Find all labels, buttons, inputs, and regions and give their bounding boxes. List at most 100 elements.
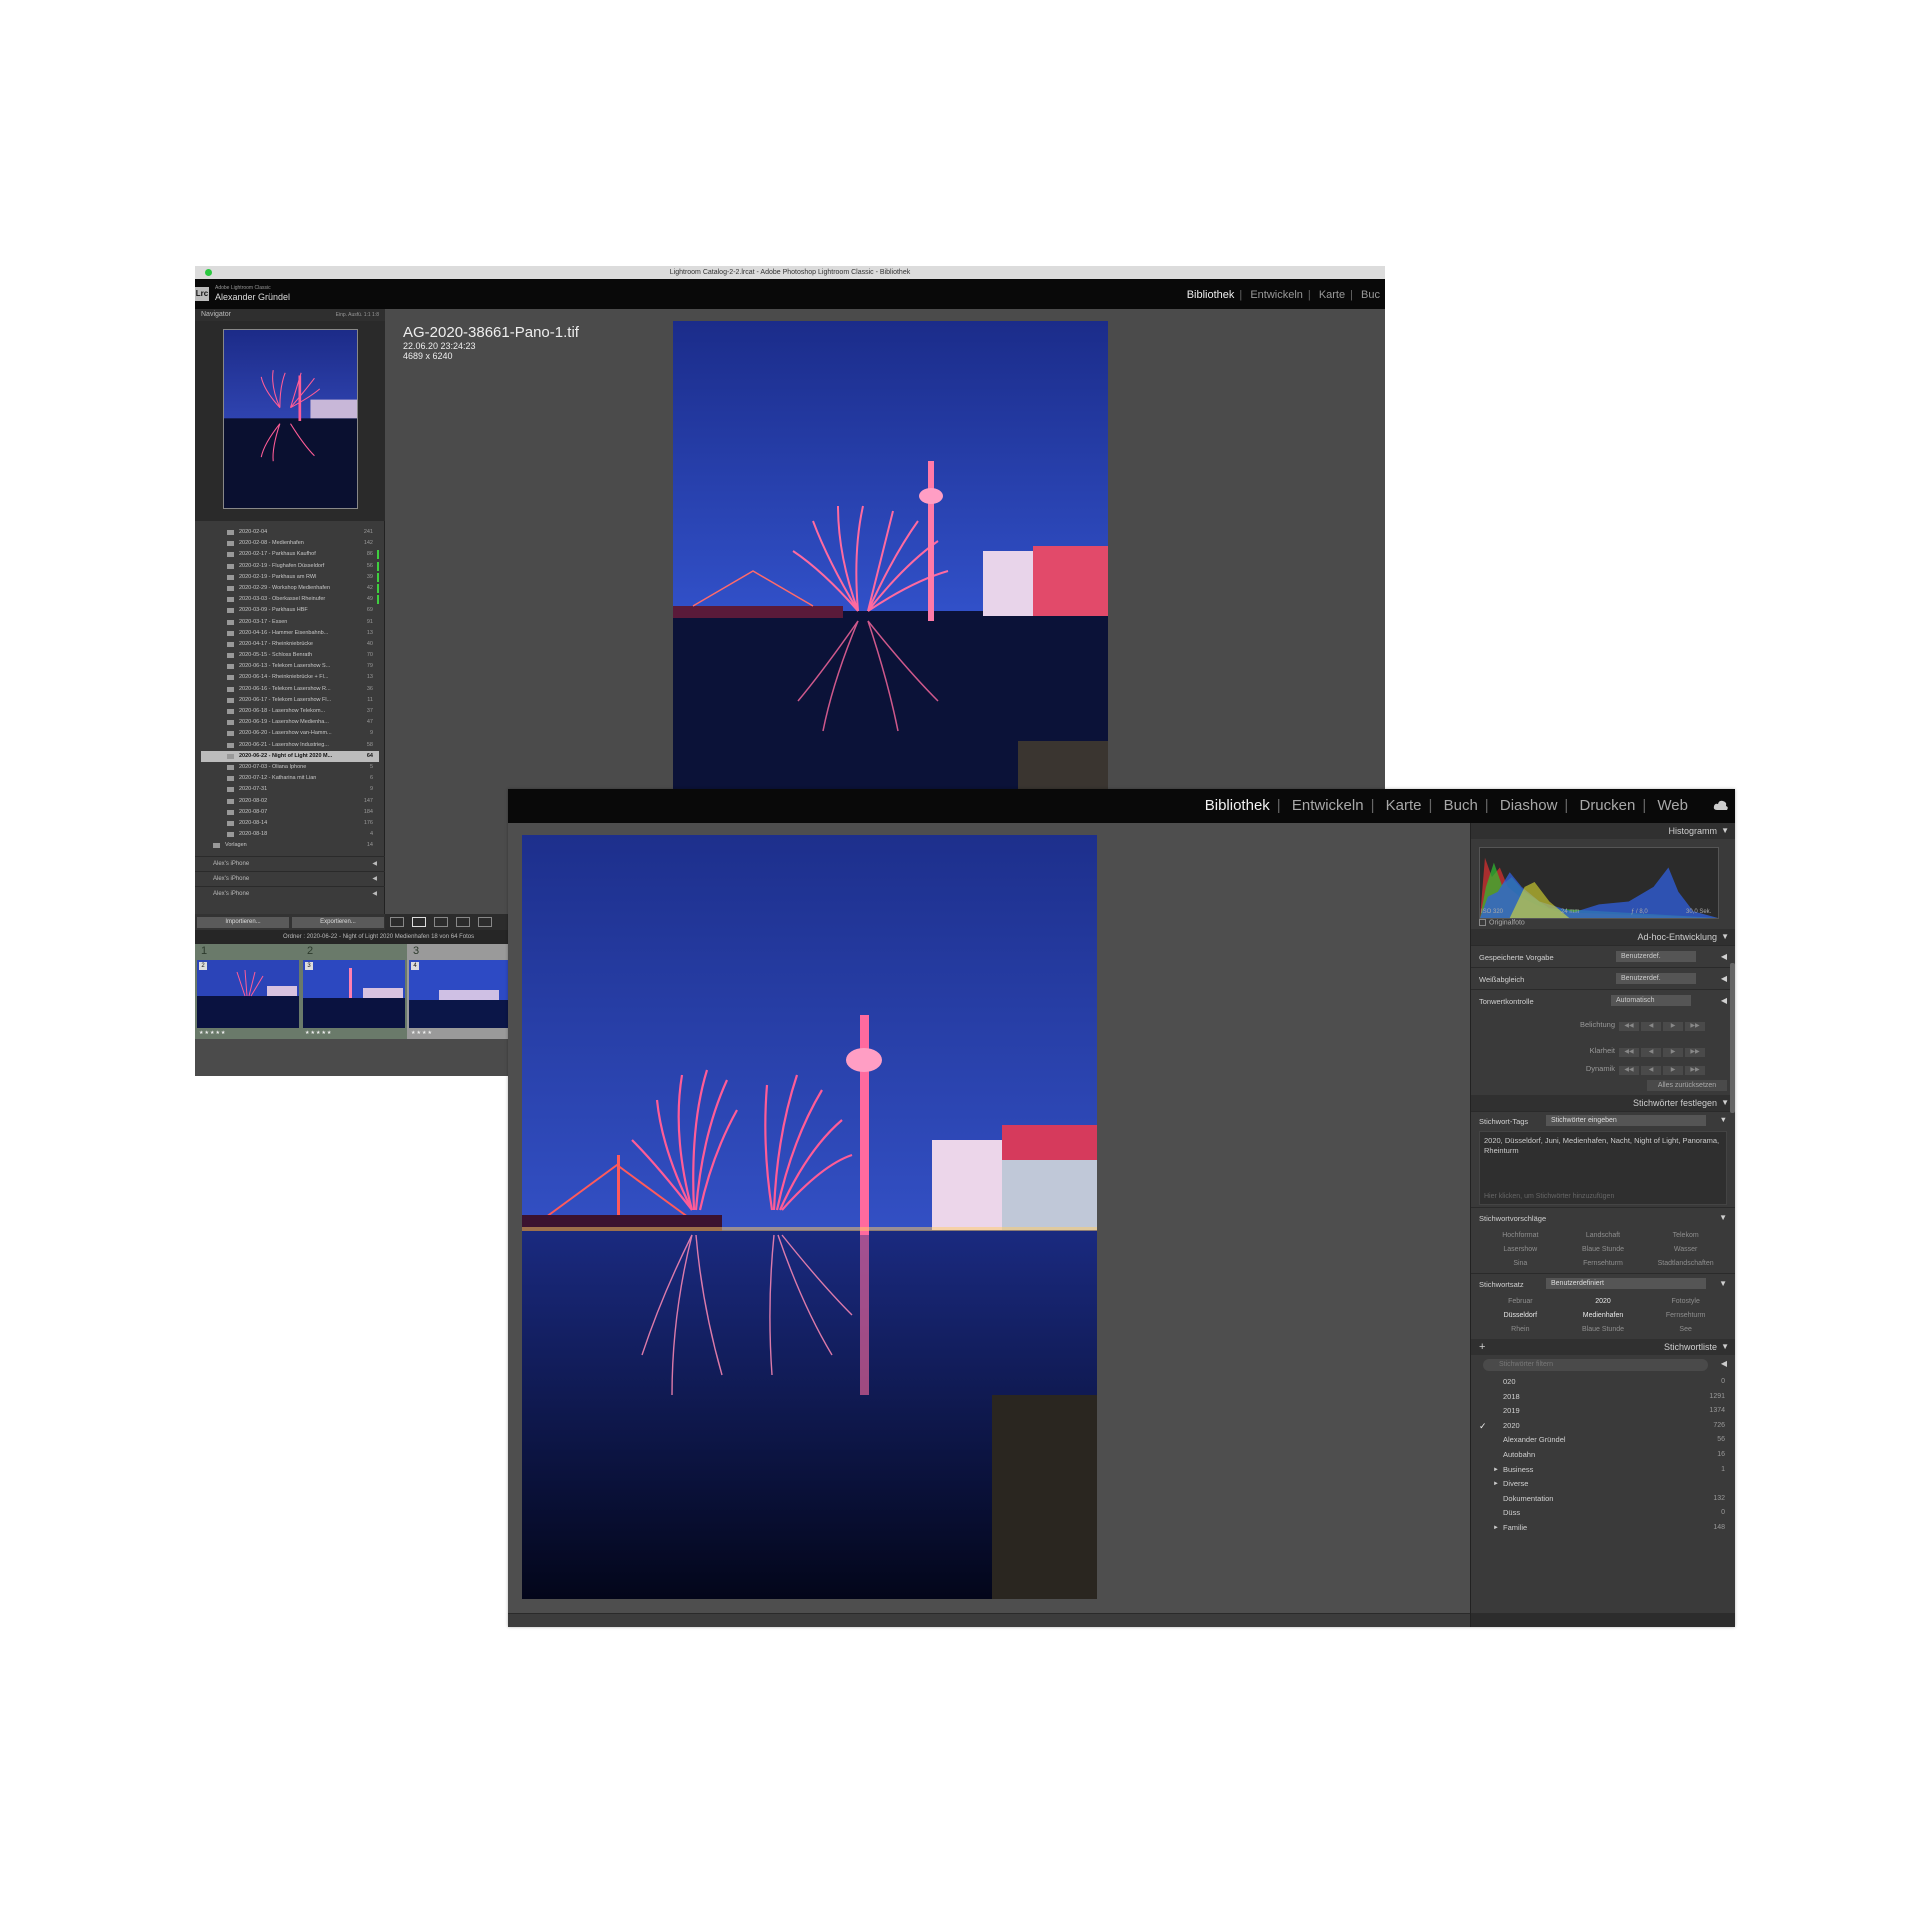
quick-develop-header[interactable]: Ad-hoc-Entwicklung ▼ bbox=[1471, 929, 1735, 945]
module-bibliothek[interactable]: Bibliothek bbox=[1187, 289, 1235, 301]
keyword-text-area[interactable]: 2020, Düsseldorf, Juni, Medienhafen, Nac… bbox=[1479, 1131, 1727, 1205]
folder-row[interactable]: 2020-08-14 176 bbox=[201, 818, 379, 829]
keyword-set-item[interactable]: Februar bbox=[1479, 1295, 1562, 1309]
keyword-set-item[interactable]: Medienhafen bbox=[1562, 1309, 1645, 1323]
device-row[interactable]: Alex's iPhone ◀ bbox=[195, 856, 385, 871]
folder-row[interactable]: 2020-06-21 - Lasershow Industrieg... 58 bbox=[201, 740, 379, 751]
keyword-set-item[interactable]: Düsseldorf bbox=[1479, 1309, 1562, 1323]
expand-triangle-icon[interactable]: ► bbox=[1493, 1463, 1499, 1478]
compare-view-icon[interactable] bbox=[434, 917, 448, 927]
filmstrip-thumbnail[interactable] bbox=[409, 960, 511, 1028]
vibrance-steppers[interactable]: ◀◀ ◀ ▶ ▶▶ bbox=[1619, 1064, 1707, 1075]
keyword-set-select[interactable]: Benutzerdefiniert bbox=[1546, 1278, 1706, 1289]
expand-arrow-icon[interactable]: ◀ bbox=[372, 857, 377, 872]
keyword-filter-input[interactable]: Stichwörter filtern bbox=[1483, 1359, 1708, 1371]
star-rating[interactable]: ★★★★★ bbox=[199, 1030, 226, 1036]
people-view-icon[interactable] bbox=[478, 917, 492, 927]
zoom-options[interactable]: Einp. Ausfü. 1:1 1:8 bbox=[336, 309, 379, 321]
auto-tone-button[interactable]: Automatisch bbox=[1611, 995, 1691, 1006]
keyword-row[interactable]: ► Familie 148 bbox=[1471, 1521, 1735, 1536]
folder-row[interactable]: 2020-05-15 - Schloss Benrath 70 bbox=[201, 650, 379, 661]
keyword-row[interactable]: Düss 0 bbox=[1471, 1506, 1735, 1521]
keyword-set-item[interactable]: Fernsehturm bbox=[1644, 1309, 1727, 1323]
folder-row[interactable]: Vorlagen 14 bbox=[201, 840, 379, 851]
loupe-photo[interactable] bbox=[673, 321, 1108, 801]
keyword-suggestion[interactable]: Wasser bbox=[1644, 1243, 1727, 1257]
keyword-checkmark-icon[interactable]: ✓ bbox=[1479, 1419, 1487, 1434]
keyword-suggestion[interactable]: Stadtlandschaften bbox=[1644, 1257, 1727, 1271]
checkbox[interactable] bbox=[1479, 919, 1486, 926]
keyword-row[interactable]: Alexander Gründel 56 bbox=[1471, 1433, 1735, 1448]
clarity-steppers[interactable]: ◀◀ ◀ ▶ ▶▶ bbox=[1619, 1046, 1707, 1057]
keyword-list-header[interactable]: + Stichwortliste ▼ bbox=[1471, 1339, 1735, 1355]
filmstrip-thumbnail[interactable] bbox=[303, 960, 405, 1028]
module-buch[interactable]: Buc bbox=[1361, 289, 1380, 301]
expand-triangle-icon[interactable]: ► bbox=[1493, 1477, 1499, 1492]
keyword-suggestion[interactable]: Lasershow bbox=[1479, 1243, 1562, 1257]
filmstrip-thumbnail[interactable] bbox=[197, 960, 299, 1028]
keyword-row[interactable]: 2018 1291 bbox=[1471, 1390, 1735, 1405]
expand-triangle-icon[interactable]: ► bbox=[1493, 1521, 1499, 1536]
add-keyword-icon[interactable]: + bbox=[1479, 1339, 1485, 1355]
expand-arrow-icon[interactable]: ◀ bbox=[1721, 974, 1727, 983]
module-bibliothek[interactable]: Bibliothek bbox=[1205, 797, 1270, 814]
keywording-header[interactable]: Stichwörter festlegen ▼ bbox=[1471, 1095, 1735, 1111]
folder-row[interactable]: 2020-02-04 241 bbox=[201, 527, 379, 538]
white-balance-select[interactable]: Benutzerdef. bbox=[1616, 973, 1696, 984]
keyword-suggestion[interactable]: Blaue Stunde bbox=[1562, 1243, 1645, 1257]
exposure-steppers[interactable]: ◀◀ ◀ ▶ ▶▶ bbox=[1619, 1020, 1707, 1031]
histogram-header[interactable]: Histogramm ▼ bbox=[1471, 823, 1735, 839]
device-row[interactable]: Alex's iPhone ◀ bbox=[195, 886, 385, 901]
collapse-icon[interactable]: ▼ bbox=[1721, 1095, 1729, 1111]
chevron-down-icon[interactable]: ▼ bbox=[1719, 1213, 1727, 1222]
folder-row[interactable]: 2020-03-03 - Oberkassel Rheinufer 49 bbox=[201, 594, 379, 605]
keyword-set-item[interactable]: Blaue Stunde bbox=[1562, 1323, 1645, 1337]
loupe-view-icon[interactable] bbox=[412, 917, 426, 927]
keyword-suggestion[interactable]: Hochformat bbox=[1479, 1229, 1562, 1243]
star-rating[interactable]: ★★★★ bbox=[411, 1030, 433, 1036]
folder-row[interactable]: 2020-06-16 - Telekom Lasershow R... 36 bbox=[201, 684, 379, 695]
keyword-mode-select[interactable]: Stichwörter eingeben bbox=[1546, 1115, 1706, 1126]
keyword-set-item[interactable]: See bbox=[1644, 1323, 1727, 1337]
folder-row[interactable]: 2020-02-19 - Flughafen Düsseldorf 56 bbox=[201, 561, 379, 572]
keyword-row[interactable]: Autobahn 16 bbox=[1471, 1448, 1735, 1463]
collapse-icon[interactable]: ▼ bbox=[1721, 1339, 1729, 1355]
loupe-photo[interactable] bbox=[522, 835, 1097, 1599]
module-entwickeln[interactable]: Entwickeln bbox=[1292, 797, 1364, 814]
module-buch[interactable]: Buch bbox=[1444, 797, 1478, 814]
folder-row[interactable]: 2020-07-12 - Katharina mit Lian 6 bbox=[201, 773, 379, 784]
folder-row[interactable]: 2020-04-17 - Rheinkniebrücke 40 bbox=[201, 639, 379, 650]
navigator-thumbnail[interactable] bbox=[223, 329, 358, 509]
folder-row[interactable]: 2020-08-07 184 bbox=[201, 807, 379, 818]
folder-row[interactable]: 2020-07-31 9 bbox=[201, 784, 379, 795]
module-web[interactable]: Web bbox=[1657, 797, 1688, 814]
folder-row[interactable]: 2020-06-17 - Telekom Lasershow Fl... 11 bbox=[201, 695, 379, 706]
keyword-row[interactable]: 020 0 bbox=[1471, 1375, 1735, 1390]
folder-row[interactable]: 2020-06-22 - Night of Light 2020 M... 64 bbox=[201, 750, 379, 762]
keyword-row[interactable]: 2019 1374 bbox=[1471, 1404, 1735, 1419]
export-button[interactable]: Exportieren... bbox=[292, 917, 384, 928]
module-karte[interactable]: Karte bbox=[1319, 289, 1345, 301]
keyword-set-item[interactable]: 2020 bbox=[1562, 1295, 1645, 1309]
collapse-icon[interactable]: ▼ bbox=[1721, 823, 1729, 839]
filmstrip-source[interactable]: Ordner : 2020-06-22 - Night of Light 202… bbox=[283, 930, 474, 944]
module-karte[interactable]: Karte bbox=[1386, 797, 1422, 814]
module-drucken[interactable]: Drucken bbox=[1579, 797, 1635, 814]
original-photo-toggle[interactable]: Originalfoto bbox=[1479, 919, 1525, 926]
saved-preset-select[interactable]: Benutzerdef. bbox=[1616, 951, 1696, 962]
folder-row[interactable]: 2020-06-20 - Lasershow van-Hamm... 9 bbox=[201, 728, 379, 739]
navigator-preview[interactable] bbox=[195, 321, 385, 521]
folder-row[interactable]: 2020-03-09 - Parkhaus HBF 69 bbox=[201, 605, 379, 616]
folder-row[interactable]: 2020-08-02 147 bbox=[201, 796, 379, 807]
survey-view-icon[interactable] bbox=[456, 917, 470, 927]
filmstrip-cell[interactable]: 2 3 ★★★★★ bbox=[301, 944, 407, 1039]
folder-row[interactable]: 2020-06-13 - Telekom Lasershow S... 79 bbox=[201, 661, 379, 672]
keyword-suggestion[interactable]: Fernsehturm bbox=[1562, 1257, 1645, 1271]
histogram-graph[interactable] bbox=[1479, 847, 1719, 919]
panel-scrollbar[interactable] bbox=[1730, 963, 1735, 1113]
keyword-suggestion[interactable]: Landschaft bbox=[1562, 1229, 1645, 1243]
keyword-suggestion[interactable]: Sina bbox=[1479, 1257, 1562, 1271]
reset-all-button[interactable]: Alles zurücksetzen bbox=[1647, 1080, 1727, 1091]
keyword-set-item[interactable]: Fotostyle bbox=[1644, 1295, 1727, 1309]
module-entwickeln[interactable]: Entwickeln bbox=[1250, 289, 1303, 301]
